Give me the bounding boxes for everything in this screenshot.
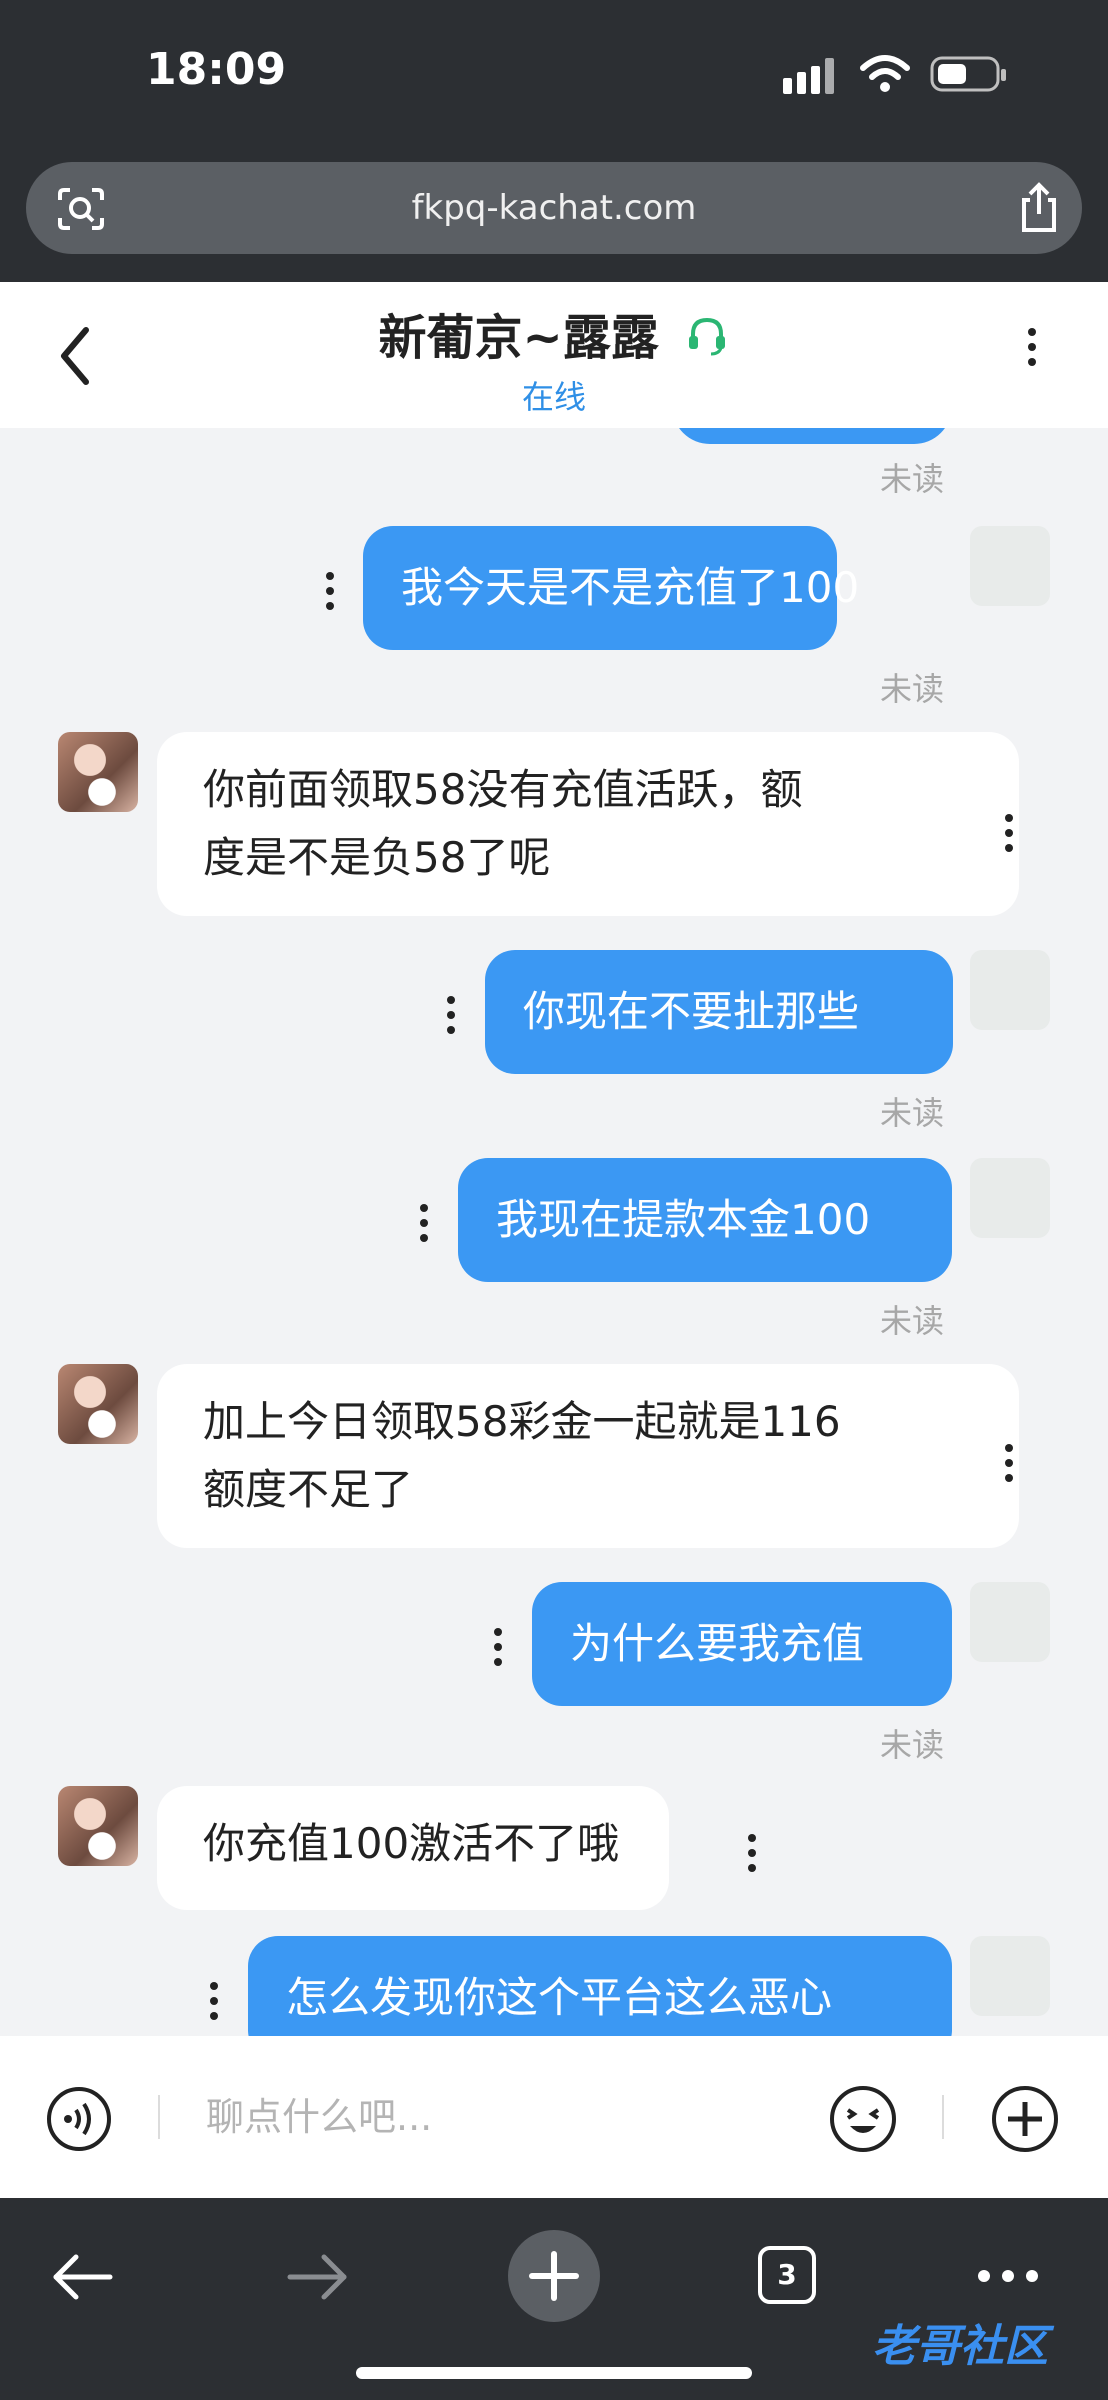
browser-toolbar: 18:09 fkpq-kachat.com	[0, 0, 1108, 282]
wifi-icon	[860, 55, 910, 92]
my-avatar	[970, 526, 1050, 606]
home-indicator[interactable]	[356, 2367, 752, 2379]
contact-avatar	[58, 1364, 138, 1444]
message-options-icon[interactable]	[418, 1204, 430, 1249]
contact-name: 新葡京~露露	[378, 310, 659, 366]
plus-icon	[529, 2251, 579, 2301]
url-bar[interactable]: fkpq-kachat.com	[26, 162, 1082, 254]
forward-arrow-icon[interactable]	[286, 2252, 350, 2302]
unread-label: 未读	[880, 1726, 945, 1764]
message-line: 你前面领取58没有充值活跃，额	[203, 765, 803, 814]
share-icon[interactable]	[1016, 182, 1062, 234]
new-tab-button[interactable]	[508, 2230, 600, 2322]
back-arrow-icon[interactable]	[50, 2252, 114, 2302]
more-menu-icon[interactable]	[1026, 328, 1038, 373]
message-bubble-incoming[interactable]: 加上今日领取58彩金一起就是116 额度不足了	[157, 1364, 1019, 1548]
unread-label: 未读	[880, 1094, 945, 1132]
tab-count-button[interactable]: 3	[758, 2246, 816, 2304]
message-input-bar: 聊点什么吧...	[0, 2036, 1108, 2198]
message-options-icon[interactable]	[492, 1628, 504, 1673]
message-bubble-outgoing[interactable]: 你现在不要扯那些	[485, 950, 953, 1074]
message-options-icon[interactable]	[445, 996, 457, 1041]
message-options-icon[interactable]	[1003, 814, 1015, 859]
message-options-icon[interactable]	[324, 572, 336, 617]
message-bubble-outgoing[interactable]: 我今天是不是充值了100	[363, 526, 859, 650]
message-bubble-outgoing[interactable]: 我现在提款本金100	[458, 1158, 952, 1282]
add-icon[interactable]	[990, 2084, 1060, 2154]
online-status: 在线	[521, 378, 586, 416]
browser-menu-icon[interactable]	[976, 2266, 1040, 2286]
divider	[942, 2095, 944, 2139]
message-line: 度是不是负58了呢	[203, 833, 551, 882]
message-bubble-outgoing[interactable]: 怎么发现你这个平台这么恶心	[248, 1936, 952, 2036]
contact-avatar	[58, 1786, 138, 1866]
watermark-logo: 老哥社区	[872, 2321, 1048, 2372]
message-input[interactable]: 聊点什么吧...	[206, 2036, 432, 2198]
my-avatar	[970, 1158, 1050, 1238]
headset-icon	[689, 317, 726, 356]
signal-icon	[783, 58, 834, 94]
unread-label: 未读	[880, 1302, 945, 1340]
chat-title: 新葡京~露露	[0, 298, 1108, 368]
battery-icon	[930, 56, 1006, 92]
message-bubble-incoming[interactable]: 你充值100激活不了哦	[157, 1786, 669, 1910]
voice-icon[interactable]	[46, 2086, 112, 2152]
unread-label: 未读	[880, 670, 945, 708]
chat-header: 新葡京~露露 在线	[0, 282, 1108, 429]
divider	[158, 2095, 160, 2139]
contact-avatar	[58, 732, 138, 812]
url-text: fkpq-kachat.com	[411, 188, 697, 228]
message-list[interactable]: 未读 我今天是不是充值了100 未读 你前面领取58没有充值活跃，额 度是不是负…	[0, 428, 1108, 2036]
message-options-icon[interactable]	[746, 1834, 758, 1879]
message-bubble-partial[interactable]	[672, 428, 952, 444]
message-bubble-outgoing[interactable]: 为什么要我充值	[532, 1582, 952, 1706]
my-avatar	[970, 950, 1050, 1030]
unread-label: 未读	[880, 460, 945, 498]
message-options-icon[interactable]	[208, 1982, 220, 2027]
message-bubble-incoming[interactable]: 你前面领取58没有充值活跃，额 度是不是负58了呢	[157, 732, 1019, 916]
message-line: 加上今日领取58彩金一起就是116	[203, 1397, 841, 1446]
my-avatar	[970, 1936, 1050, 2016]
my-avatar	[970, 1582, 1050, 1662]
message-options-icon[interactable]	[1003, 1444, 1015, 1489]
emoji-icon[interactable]	[828, 2084, 898, 2154]
status-time: 18:09	[146, 44, 287, 95]
message-line: 额度不足了	[203, 1465, 414, 1514]
